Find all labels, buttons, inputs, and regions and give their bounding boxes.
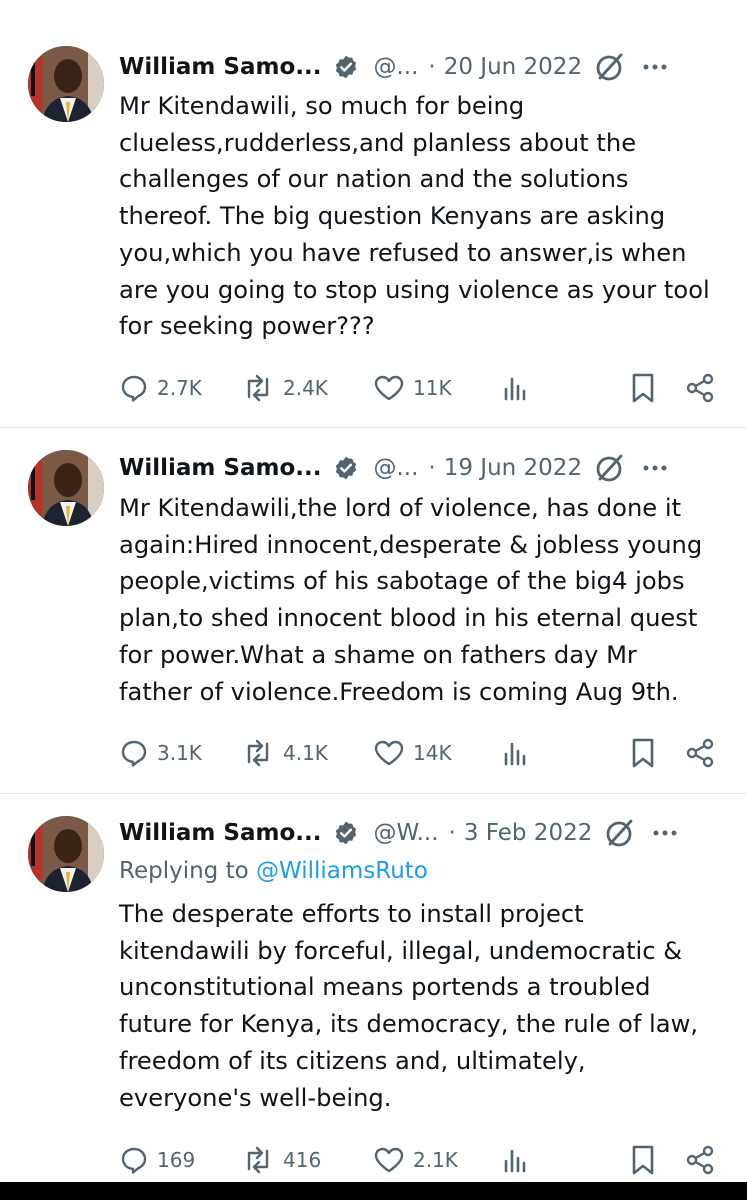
share-icon: [686, 1145, 714, 1175]
reply-icon: [121, 1147, 147, 1174]
verified-badge-icon: [333, 455, 359, 481]
tweet-actions: 2.7K 2.4K 11K: [119, 368, 719, 408]
like-button[interactable]: 11K: [373, 368, 452, 408]
reply-button[interactable]: 2.7K: [119, 368, 202, 408]
reply-button[interactable]: 169: [119, 1140, 195, 1180]
like-button[interactable]: 2.1K: [373, 1140, 458, 1180]
reply-icon: [121, 375, 147, 402]
tweet[interactable]: William Samo... @W... · 3 Feb 2022 Reply…: [0, 794, 747, 1182]
like-count: 14K: [413, 741, 452, 765]
avatar[interactable]: [28, 450, 104, 526]
tweet-actions: 169 416 2.1K: [119, 1140, 719, 1180]
grok-icon[interactable]: [594, 51, 626, 83]
share-icon: [686, 373, 714, 403]
bottom-bar: [0, 1182, 747, 1200]
tweet-text: The desperate efforts to install project…: [119, 900, 699, 1112]
tweet[interactable]: William Samo... @... · 20 Jun 2022 Mr Ki…: [0, 0, 747, 428]
more-icon[interactable]: [652, 820, 678, 846]
heart-icon: [374, 740, 404, 766]
replying-to: Replying to @WilliamsRuto: [119, 858, 428, 884]
bookmark-button[interactable]: [629, 368, 657, 408]
replying-to-mention[interactable]: @WilliamsRuto: [256, 858, 428, 884]
tweet-actions: 3.1K 4.1K 14K: [119, 733, 719, 773]
repost-button[interactable]: 2.4K: [241, 368, 328, 408]
bookmark-icon: [632, 373, 654, 403]
like-count: 2.1K: [413, 1148, 458, 1172]
views-button[interactable]: [501, 733, 531, 773]
share-button[interactable]: [684, 368, 716, 408]
separator-dot: ·: [428, 54, 436, 80]
tweet[interactable]: William Samo... @... · 19 Jun 2022 Mr Ki…: [0, 428, 747, 794]
separator-dot: ·: [448, 820, 456, 846]
heart-icon: [374, 375, 404, 401]
reply-count: 2.7K: [157, 376, 202, 400]
repost-button[interactable]: 4.1K: [241, 733, 328, 773]
author-handle[interactable]: @W...: [373, 820, 438, 846]
heart-icon: [374, 1147, 404, 1173]
repost-icon: [247, 374, 269, 402]
author-name[interactable]: William Samo...: [119, 820, 321, 846]
reply-count: 3.1K: [157, 741, 202, 765]
like-count: 11K: [413, 376, 452, 400]
tweet-feed: William Samo... @... · 20 Jun 2022 Mr Ki…: [0, 0, 747, 1200]
views-button[interactable]: [501, 368, 531, 408]
repost-icon: [247, 739, 269, 767]
author-handle[interactable]: @...: [373, 455, 418, 481]
share-button[interactable]: [684, 733, 716, 773]
author-name[interactable]: William Samo...: [119, 54, 321, 80]
bookmark-icon: [632, 738, 654, 768]
tweet-date[interactable]: 20 Jun 2022: [444, 54, 582, 80]
bookmark-button[interactable]: [629, 733, 657, 773]
author-handle[interactable]: @...: [373, 54, 418, 80]
avatar[interactable]: [28, 46, 104, 122]
views-icon: [504, 1149, 526, 1173]
reply-button[interactable]: 3.1K: [119, 733, 202, 773]
verified-badge-icon: [333, 54, 359, 80]
repost-count: 416: [283, 1148, 322, 1172]
tweet-date[interactable]: 19 Jun 2022: [444, 455, 582, 481]
reply-icon: [121, 740, 147, 767]
author-name[interactable]: William Samo...: [119, 455, 321, 481]
grok-icon[interactable]: [604, 817, 636, 849]
verified-badge-icon: [333, 820, 359, 846]
more-icon[interactable]: [642, 455, 668, 481]
separator-dot: ·: [428, 455, 436, 481]
bookmark-icon: [632, 1145, 654, 1175]
replying-to-label: Replying to: [119, 858, 256, 884]
like-button[interactable]: 14K: [373, 733, 452, 773]
repost-count: 4.1K: [283, 741, 328, 765]
avatar[interactable]: [28, 816, 104, 892]
tweet-text: Mr Kitendawili, so much for being cluele…: [119, 92, 710, 341]
views-icon: [504, 377, 526, 401]
bookmark-button[interactable]: [629, 1140, 657, 1180]
share-icon: [686, 738, 714, 768]
more-icon[interactable]: [642, 54, 668, 80]
tweet-text: Mr Kitendawili,the lord of violence, has…: [119, 494, 703, 706]
reply-count: 169: [157, 1148, 196, 1172]
tweet-date[interactable]: 3 Feb 2022: [464, 820, 593, 846]
repost-count: 2.4K: [283, 376, 328, 400]
views-button[interactable]: [501, 1140, 531, 1180]
repost-icon: [247, 1146, 269, 1174]
repost-button[interactable]: 416: [241, 1140, 321, 1180]
views-icon: [504, 742, 526, 766]
grok-icon[interactable]: [594, 452, 626, 484]
share-button[interactable]: [684, 1140, 716, 1180]
